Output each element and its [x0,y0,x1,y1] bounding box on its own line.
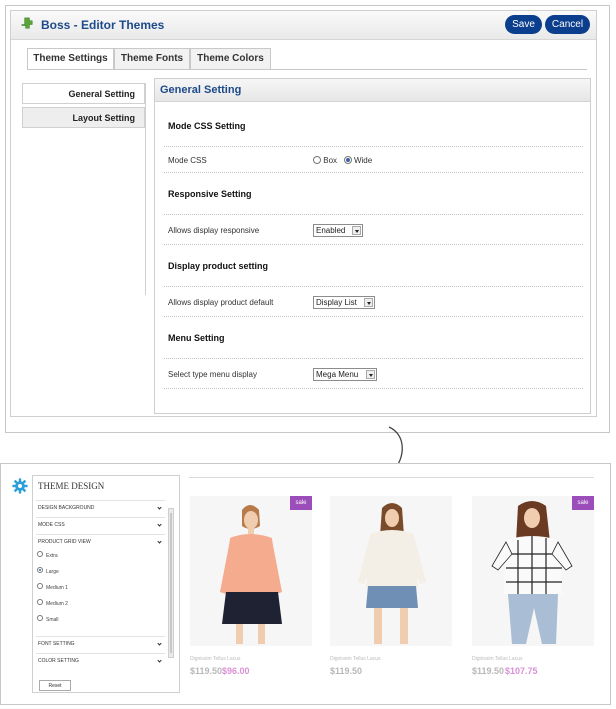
model-photo [220,505,282,644]
option-label: Small [46,617,59,623]
grid-option-large[interactable]: Large [37,567,59,575]
scrollbar-thumb[interactable] [170,513,172,653]
option-label: Medium 2 [46,601,68,607]
chevron-down-icon [157,641,162,646]
divider [164,286,583,287]
radio-icon [37,599,43,605]
divider [164,146,583,147]
puzzle-icon [21,17,33,29]
divider [164,172,583,173]
settings-panel: General Setting Mode CSS Setting Mode CS… [154,78,591,414]
group-label: MODE CSS [38,522,65,528]
group-mode-css[interactable]: MODE CSS [36,517,165,532]
sale-badge: sale [572,496,594,510]
divider [164,244,583,245]
responsive-select[interactable]: Enabled [313,224,363,237]
theme-design-panel: THEME DESIGN DESIGN BACKGROUND MODE CSS … [32,475,180,693]
product-old-price: $119.50 [330,666,363,676]
group-design-background[interactable]: DESIGN BACKGROUND [36,500,165,515]
save-button[interactable]: Save [505,15,542,34]
radio-icon [37,583,43,589]
sale-badge: sale [290,496,312,510]
chevron-down-icon [366,370,375,379]
panel-title: General Setting [155,79,590,102]
product-image[interactable] [330,496,452,646]
menu-type-select[interactable]: Mega Menu [313,368,377,381]
chevron-down-icon [157,522,162,527]
divider [164,316,583,317]
responsive-label: Allows display responsive [168,226,260,235]
product-sale-price: $96.00 [222,666,250,676]
menu-select-value: Mega Menu [316,370,359,379]
grid-option-small[interactable]: Small [37,615,59,623]
menu-label: Select type menu display [168,370,257,379]
radio-box[interactable] [313,156,321,164]
product-display-select[interactable]: Display List [313,296,375,309]
grid-option-extra[interactable]: Extra [37,551,58,559]
product-old-price: $119.50 [190,666,223,676]
tab-theme-fonts[interactable]: Theme Fonts [114,48,190,69]
side-item-general-setting[interactable]: General Setting [22,83,145,104]
scrollbar[interactable] [168,508,174,658]
mode-css-radio-group: Box Wide [313,156,372,165]
option-label: Extra [46,553,58,559]
product-name[interactable]: Dignissim Tellus Lacus [330,656,380,662]
radio-icon [37,567,43,573]
side-nav: General Setting Layout Setting [22,83,145,131]
group-label: PRODUCT GRID VIEW [38,539,91,545]
radio-icon [37,551,43,557]
reset-button[interactable]: Reset [39,680,71,691]
radio-wide-label: Wide [353,156,373,165]
model-photo [358,503,426,644]
radio-box-label: Box [323,156,338,165]
radio-icon [37,615,43,621]
product-old-price: $119.50 [472,666,505,676]
gear-icon[interactable] [12,478,28,494]
chevron-down-icon [364,298,373,307]
section-title-mode-css: Mode CSS Setting [168,121,246,131]
section-title-display-product: Display product setting [168,261,269,271]
gallery-divider [189,477,594,478]
chevron-down-icon [352,226,361,235]
responsive-select-value: Enabled [316,226,346,235]
product-label: Allows display product default [168,298,274,307]
radio-wide[interactable] [343,156,352,164]
page-title: Boss - Editor Themes [41,18,165,32]
option-label: Large [46,569,59,575]
chevron-down-icon [157,539,162,544]
tab-divider [27,69,587,70]
product-image[interactable]: sale [472,496,594,646]
product-select-value: Display List [316,298,357,307]
group-label: FONT SETTING [38,641,75,647]
cancel-button[interactable]: Cancel [545,15,590,34]
divider [164,388,583,389]
theme-design-title: THEME DESIGN [38,481,105,491]
product-name[interactable]: Dignissim Tellus Lacus [472,656,522,662]
group-font-setting[interactable]: FONT SETTING [36,636,165,651]
side-item-layout-setting[interactable]: Layout Setting [22,107,145,128]
divider [164,358,583,359]
group-label: DESIGN BACKGROUND [38,505,95,511]
tab-theme-settings[interactable]: Theme Settings [27,48,114,70]
group-product-grid-view[interactable]: PRODUCT GRID VIEW [36,534,165,549]
option-label: Medium 1 [46,585,68,591]
chevron-down-icon [157,658,162,663]
group-color-setting[interactable]: COLOR SETTING [36,653,165,668]
side-divider [145,83,146,295]
grid-option-medium-2[interactable]: Medium 2 [37,599,68,607]
model-photo [491,501,573,644]
window-header: Boss - Editor Themes Save Cancel [11,11,596,40]
mode-css-label: Mode CSS [168,156,207,165]
grid-option-medium-1[interactable]: Medium 1 [37,583,68,591]
section-title-menu: Menu Setting [168,333,225,343]
tab-theme-colors[interactable]: Theme Colors [190,48,271,69]
product-sale-price: $107.75 [505,666,538,676]
editor-window: Boss - Editor Themes Save Cancel Theme S… [10,10,597,417]
divider [164,214,583,215]
group-label: COLOR SETTING [38,658,79,664]
product-image[interactable]: sale [190,496,312,646]
section-title-responsive: Responsive Setting [168,189,252,199]
chevron-down-icon [157,505,162,510]
product-name[interactable]: Dignissim Tellus Lacus [190,656,240,662]
